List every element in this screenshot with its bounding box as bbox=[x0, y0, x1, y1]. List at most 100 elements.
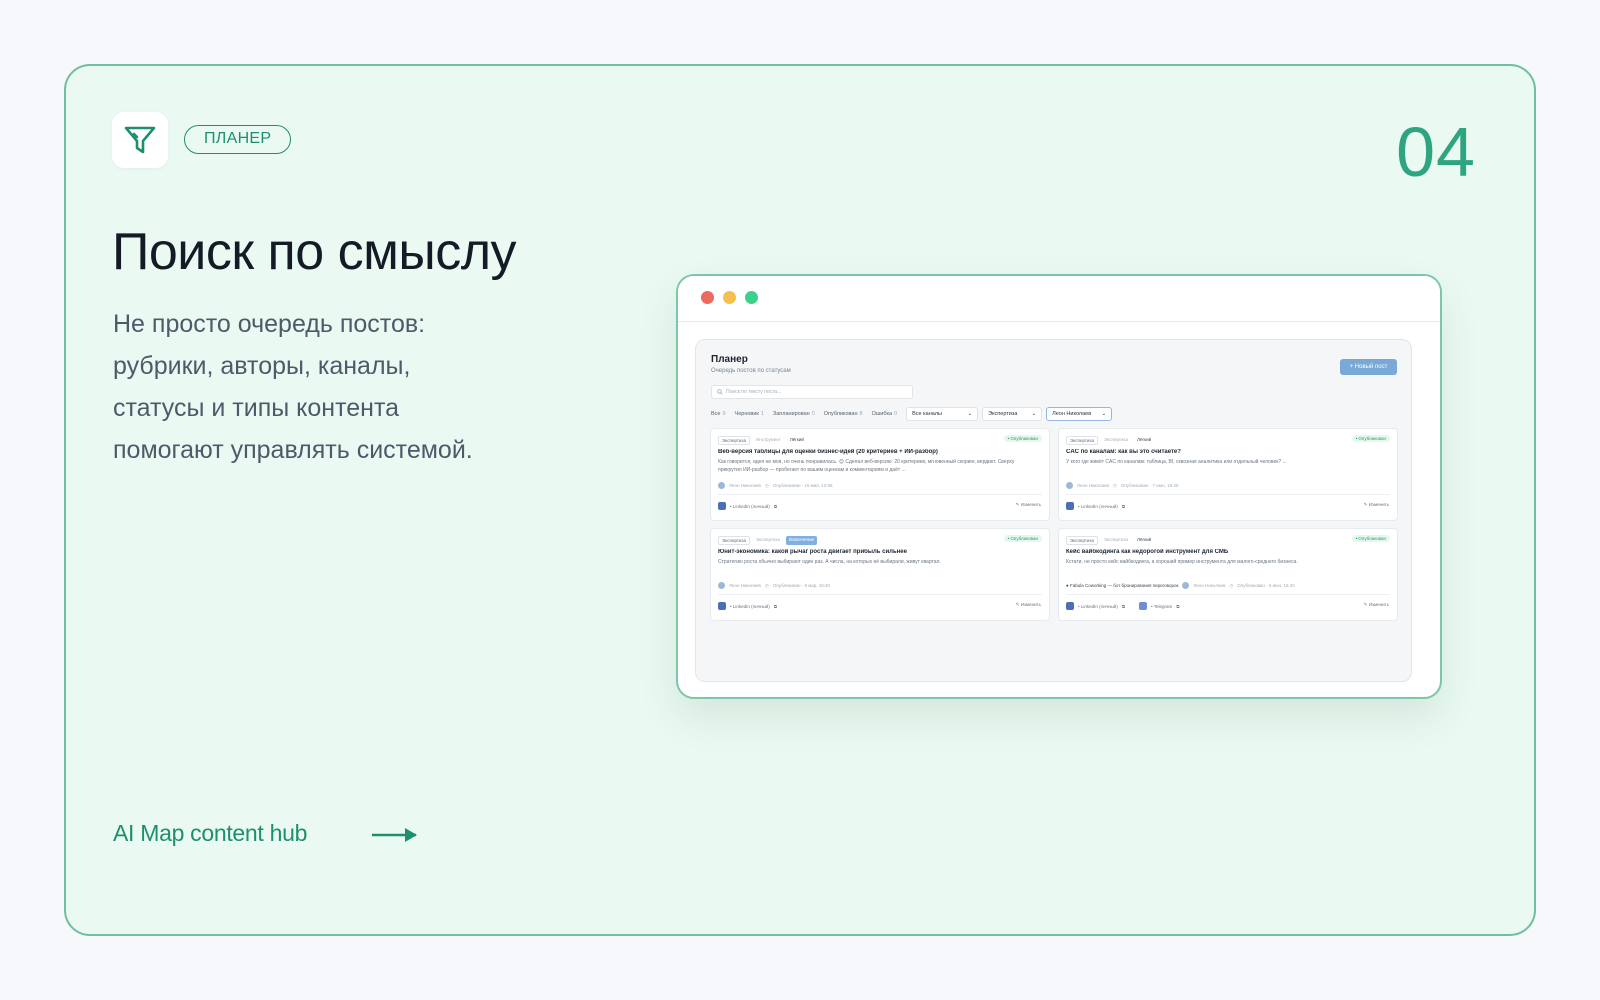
chevron-down-icon: ⌄ bbox=[1101, 410, 1107, 417]
planner-app: Планер Очередь постов по статусам + Новы… bbox=[695, 339, 1412, 682]
post-title: Веб-версия таблицы для оценки бизнес-иде… bbox=[718, 449, 938, 455]
clock-icon: ◷ bbox=[1229, 582, 1234, 588]
filter-tab-draft[interactable]: Черновик 1 bbox=[735, 411, 764, 417]
post-author: Леон Николаев bbox=[729, 583, 761, 588]
arrow-right-icon[interactable] bbox=[372, 826, 420, 844]
filter-bar: Все 9 Черновик 1 Запланирован 0 Опубликован… bbox=[711, 406, 1116, 421]
minimize-dot-icon[interactable] bbox=[723, 291, 736, 304]
post-card[interactable]: Экспертиза Инструмент Лёгкий • Опубликов… bbox=[710, 428, 1050, 521]
post-title: Кейс вайбкодинга как недорогой инструмен… bbox=[1066, 549, 1229, 555]
type-tag: Инструмент bbox=[756, 437, 781, 442]
post-card[interactable]: Экспертиза Экспертиза Лёгкий • Опубликов… bbox=[1058, 528, 1398, 621]
clock-icon: ◷ bbox=[764, 582, 769, 588]
edit-button[interactable]: ✎ Изменить bbox=[1364, 502, 1389, 508]
post-published: Опубликован · 7 июн, 15:40 bbox=[1120, 483, 1179, 488]
copy-icon[interactable]: ⧉ bbox=[1176, 604, 1179, 609]
rubric-tag: Экспертиза bbox=[1066, 536, 1098, 545]
footer-link[interactable]: AI Map content hub bbox=[113, 820, 307, 847]
post-excerpt: Стратегию роста обычно выбирают один раз… bbox=[718, 559, 941, 565]
post-published: Опубликован · 15 мая, 12:56 bbox=[772, 483, 833, 488]
rubric-select[interactable]: Экспертиза ⌄ bbox=[982, 406, 1043, 421]
channel-label: • Telegram bbox=[1151, 603, 1173, 609]
level-tag: Вовлечение bbox=[786, 536, 818, 545]
rubric-tag: Экспертиза bbox=[718, 436, 750, 445]
slide-number: 04 bbox=[1396, 113, 1476, 191]
project-label: ● Fabula Coworking — бот бронирования пе… bbox=[1066, 583, 1179, 588]
copy-icon[interactable]: ⧉ bbox=[1122, 504, 1125, 509]
level-tag: Лёгкий bbox=[1137, 437, 1152, 442]
type-tag: Экспертиза bbox=[1104, 537, 1128, 542]
filter-tab-all[interactable]: Все 9 bbox=[711, 411, 726, 417]
channel-select[interactable]: Все каналы ⌄ bbox=[906, 406, 979, 421]
app-subtitle: Очередь постов по статусам bbox=[711, 368, 791, 374]
post-published: Опубликован · 6 июн, 15:40 bbox=[1237, 583, 1295, 588]
avatar bbox=[1182, 582, 1190, 589]
headline: Поиск по смыслу bbox=[112, 223, 517, 281]
level-tag: Лёгкий bbox=[1137, 537, 1152, 542]
description: Не просто очередь постов: рубрики, автор… bbox=[113, 310, 473, 464]
channel-label: • LinkedIn (личный) bbox=[1078, 603, 1118, 609]
divider bbox=[718, 594, 1042, 595]
rubric-tag: Экспертиза bbox=[718, 536, 750, 545]
new-post-button[interactable]: + Новый пост bbox=[1340, 359, 1397, 375]
chevron-down-icon: ⌄ bbox=[967, 410, 973, 417]
type-tag: Экспертиза bbox=[1104, 437, 1128, 442]
maximize-dot-icon[interactable] bbox=[745, 291, 758, 304]
app-title: Планер bbox=[711, 354, 748, 365]
divider bbox=[1066, 494, 1390, 495]
clock-icon: ◷ bbox=[1112, 482, 1117, 488]
filter-tab-scheduled[interactable]: Запланирован 0 bbox=[773, 411, 815, 417]
avatar bbox=[718, 582, 725, 589]
clock-icon: ◷ bbox=[764, 482, 769, 488]
rubric-tag: Экспертиза bbox=[1066, 436, 1098, 445]
filter-tab-published[interactable]: Опубликован 8 bbox=[824, 411, 863, 417]
search-placeholder: Поиск по тексту поста... bbox=[726, 389, 782, 395]
channel-label: • LinkedIn (личный) bbox=[730, 603, 770, 609]
post-author: Леон Николаев bbox=[1193, 583, 1226, 588]
divider bbox=[718, 494, 1042, 495]
browser-window: Планер Очередь постов по статусам + Новы… bbox=[676, 274, 1442, 699]
linkedin-icon bbox=[718, 502, 726, 510]
copy-icon[interactable]: ⧉ bbox=[774, 504, 777, 509]
author-select[interactable]: Леон Николаев ⌄ bbox=[1046, 406, 1113, 421]
avatar bbox=[1066, 482, 1073, 489]
linkedin-icon bbox=[1066, 602, 1074, 610]
status-badge: • Опубликован bbox=[1351, 435, 1390, 442]
copy-icon[interactable]: ⧉ bbox=[1122, 604, 1125, 609]
level-tag: Лёгкий bbox=[789, 437, 804, 442]
linkedin-icon bbox=[1066, 502, 1074, 510]
filter-logo bbox=[112, 112, 168, 168]
status-badge: • Опубликован bbox=[1351, 535, 1390, 542]
status-badge: • Опубликован bbox=[1003, 435, 1042, 442]
filter-tab-error[interactable]: Ошибка 0 bbox=[872, 411, 898, 417]
post-card[interactable]: Экспертиза Экспертиза Лёгкий • Опубликов… bbox=[1058, 428, 1398, 521]
search-input[interactable]: Поиск по тексту поста... bbox=[711, 385, 913, 399]
browser-titlebar bbox=[678, 276, 1440, 322]
post-title: CAC по каналам: как вы это считаете? bbox=[1066, 449, 1181, 455]
post-title: Юнит-экономика: какой рычаг роста двигае… bbox=[718, 549, 907, 555]
chevron-down-icon: ⌄ bbox=[1031, 410, 1037, 417]
post-excerpt: Как говорится, идея не моя, но очень пон… bbox=[718, 459, 1015, 473]
funnel-icon bbox=[124, 126, 156, 154]
post-author: Леон Николаев bbox=[729, 483, 761, 488]
post-published: Опубликован · 9 мар, 15:40 bbox=[772, 583, 831, 588]
channel-label: • LinkedIn (личный) bbox=[1078, 503, 1118, 509]
type-tag: Экспертиза bbox=[756, 537, 780, 542]
channel-label: • LinkedIn (личный) bbox=[730, 503, 770, 509]
post-excerpt: У кого где живёт CAC по каналам: таблица… bbox=[1066, 459, 1287, 465]
status-badge: • Опубликован bbox=[1003, 535, 1042, 542]
post-card[interactable]: Экспертиза Экспертиза Вовлечение • Опубл… bbox=[710, 528, 1050, 621]
section-tag: ПЛАНЕР bbox=[184, 125, 292, 154]
edit-button[interactable]: ✎ Изменить bbox=[1364, 602, 1389, 608]
avatar bbox=[718, 482, 725, 489]
copy-icon[interactable]: ⧉ bbox=[774, 604, 777, 609]
telegram-icon bbox=[1139, 602, 1148, 610]
search-icon bbox=[717, 389, 723, 395]
post-excerpt: Кстати, не просто кейс вайбкодинга, а хо… bbox=[1066, 559, 1298, 565]
linkedin-icon bbox=[718, 602, 726, 610]
close-dot-icon[interactable] bbox=[701, 291, 714, 304]
divider bbox=[1066, 594, 1390, 595]
post-author: Леон Николаев bbox=[1077, 483, 1109, 488]
edit-button[interactable]: ✎ Изменить bbox=[1016, 502, 1041, 508]
edit-button[interactable]: ✎ Изменить bbox=[1016, 602, 1041, 608]
